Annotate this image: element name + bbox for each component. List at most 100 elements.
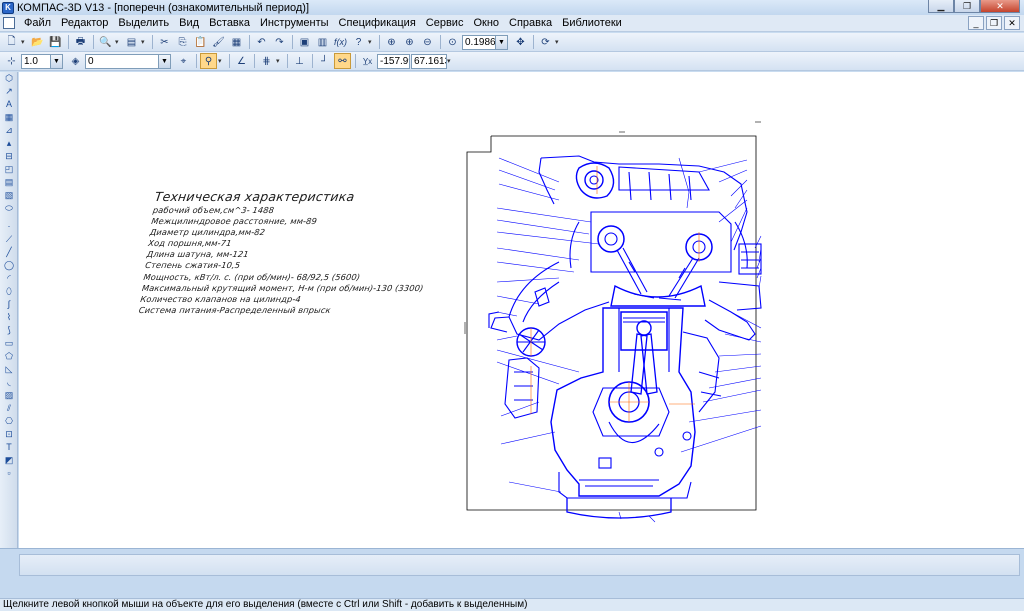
select-panel-icon[interactable]: ⊟ [1, 150, 17, 162]
zoom-combo[interactable]: 0.1986 ▼ [462, 34, 508, 50]
more-tools-icon[interactable]: ▫ [1, 467, 17, 479]
fill-icon[interactable]: ◩ [1, 454, 17, 466]
chevron-down-icon[interactable]: ▾ [218, 57, 224, 65]
zoom-in-icon[interactable]: ⊕ [401, 34, 418, 50]
menu-service[interactable]: Сервис [421, 17, 469, 29]
doc-close-icon[interactable]: ✕ [1004, 16, 1020, 30]
arc-icon[interactable]: ◜ [1, 272, 17, 284]
menu-tools[interactable]: Инструменты [255, 17, 334, 29]
drawing-canvas[interactable]: Техническая характеристика рабочий объем… [19, 72, 1024, 548]
zoom-window-icon[interactable]: ⊕ [383, 34, 400, 50]
preview-icon[interactable]: 🔍 [97, 34, 114, 50]
chevron-down-icon[interactable]: ▾ [115, 38, 121, 46]
menu-window[interactable]: Окно [468, 17, 504, 29]
ellipse-icon[interactable]: ⬯ [1, 285, 17, 297]
parameterization-panel-icon[interactable]: ⊿ [1, 124, 17, 136]
zoom-scale-icon[interactable]: ⊙ [444, 34, 461, 50]
cursor-y-field[interactable]: 67.1613 [411, 53, 447, 69]
format-brush-icon[interactable]: 🖌 [210, 34, 227, 50]
snap-icon[interactable]: ⚲ [200, 53, 217, 69]
grid-icon[interactable]: ⋕ [258, 53, 275, 69]
pan-icon[interactable]: ✥ [512, 34, 529, 50]
text-icon[interactable]: T [1, 441, 17, 453]
layer-combo[interactable]: 0 ▼ [85, 53, 171, 69]
layer-icon[interactable]: ◈ [67, 53, 84, 69]
cut-icon[interactable]: ✂ [156, 34, 173, 50]
chevron-down-icon[interactable]: ▾ [141, 38, 147, 46]
menu-editor[interactable]: Редактор [56, 17, 113, 29]
document-icon[interactable] [3, 17, 15, 29]
line-scale-combo[interactable]: 1.0 ▼ [21, 53, 63, 69]
polyline-icon[interactable]: ⌇ [1, 311, 17, 323]
restore-icon[interactable]: ❐ [954, 0, 980, 13]
zoom-out-icon[interactable]: ⊖ [419, 34, 436, 50]
dimensions-panel-icon[interactable]: ↗ [1, 85, 17, 97]
circle-icon[interactable]: ◯ [1, 259, 17, 271]
copy-icon[interactable]: ⎘ [174, 34, 191, 50]
chevron-down-icon[interactable]: ▾ [555, 38, 561, 46]
reports-panel-icon[interactable]: ▧ [1, 189, 17, 201]
chevron-down-icon[interactable]: ▼ [495, 35, 507, 49]
refresh-icon[interactable]: ⟳ [537, 34, 554, 50]
menu-insert[interactable]: Вставка [204, 17, 255, 29]
chevron-down-icon[interactable]: ▾ [368, 38, 374, 46]
insert-panel-icon[interactable]: ⬭ [1, 202, 17, 214]
save-icon[interactable]: 💾 [47, 34, 64, 50]
local-cs-icon[interactable]: ⌖ [175, 53, 192, 69]
chamfer-icon[interactable]: ◺ [1, 363, 17, 375]
polygon-icon[interactable]: ⬠ [1, 350, 17, 362]
paste-icon[interactable]: 📋 [192, 34, 209, 50]
manager-icon[interactable]: ▤ [123, 34, 140, 50]
measure-panel-icon[interactable]: ▴ [1, 137, 17, 149]
menu-specification[interactable]: Спецификация [334, 17, 421, 29]
doc-minimize-icon[interactable]: _ [968, 16, 984, 30]
point-icon[interactable]: · [1, 220, 17, 232]
hatch-icon[interactable]: ▨ [1, 389, 17, 401]
collect-contour-icon[interactable]: ⎔ [1, 415, 17, 427]
segment-icon[interactable]: ╱ [1, 246, 17, 258]
close-icon[interactable]: ✕ [980, 0, 1020, 13]
properties-icon[interactable]: ▦ [228, 34, 245, 50]
parametric-mode-icon[interactable]: ⚯ [334, 53, 351, 69]
new-document-icon[interactable]: 🗋 [3, 34, 20, 50]
spec-panel-icon[interactable]: ▤ [1, 176, 17, 188]
editing-panel-icon[interactable]: ▦ [1, 111, 17, 123]
rectangle-icon[interactable]: ▭ [1, 337, 17, 349]
open-folder-icon[interactable]: 📂 [29, 34, 46, 50]
fillet-icon[interactable]: ◟ [1, 376, 17, 388]
calculator-icon[interactable]: ▥ [314, 34, 331, 50]
menu-file[interactable]: Файл [19, 17, 56, 29]
menu-select[interactable]: Выделить [113, 17, 174, 29]
contour-icon[interactable]: ⟆ [1, 324, 17, 336]
step-cursor-icon[interactable]: ⊹ [3, 53, 20, 69]
chevron-down-icon[interactable]: ▾ [447, 57, 453, 65]
equidistant-icon[interactable]: ⫽ [1, 402, 17, 414]
menu-help[interactable]: Справка [504, 17, 557, 29]
chevron-down-icon[interactable]: ▼ [158, 54, 170, 68]
menu-view[interactable]: Вид [174, 17, 204, 29]
macro-icon[interactable]: ⊡ [1, 428, 17, 440]
designations-panel-icon[interactable]: A [1, 98, 17, 110]
spline-icon[interactable]: ∫ [1, 298, 17, 310]
undo-icon[interactable]: ↶ [253, 34, 270, 50]
coordinate-system-icon[interactable]: ⊥ [291, 53, 308, 69]
associative-views-icon[interactable]: ◰ [1, 163, 17, 175]
properties-panel-body[interactable] [19, 554, 1020, 576]
cursor-x-field[interactable]: -157.99 [377, 53, 410, 69]
orthogonal-mode-icon[interactable]: ┘ [316, 53, 333, 69]
doc-restore-icon[interactable]: ❐ [986, 16, 1002, 30]
chevron-down-icon[interactable]: ▾ [21, 38, 27, 46]
cursor-coords-icon[interactable]: Y̲x [359, 53, 376, 69]
engine-cross-section-drawing[interactable] [19, 72, 1024, 548]
tree-icon[interactable]: ▣ [296, 34, 313, 50]
auxiliary-line-icon[interactable]: ⟋ [1, 233, 17, 245]
chevron-down-icon[interactable]: ▾ [276, 57, 282, 65]
chevron-down-icon[interactable]: ▼ [50, 54, 62, 68]
menu-libraries[interactable]: Библиотеки [557, 17, 627, 29]
geometry-panel-icon[interactable]: ⬡ [1, 72, 17, 84]
minimize-icon[interactable]: ▁ [928, 0, 954, 13]
redo-icon[interactable]: ↷ [271, 34, 288, 50]
print-icon[interactable]: 🖶 [72, 34, 89, 50]
ortho-icon[interactable]: ∠ [233, 53, 250, 69]
kompas-app-icon[interactable]: K [2, 1, 14, 14]
